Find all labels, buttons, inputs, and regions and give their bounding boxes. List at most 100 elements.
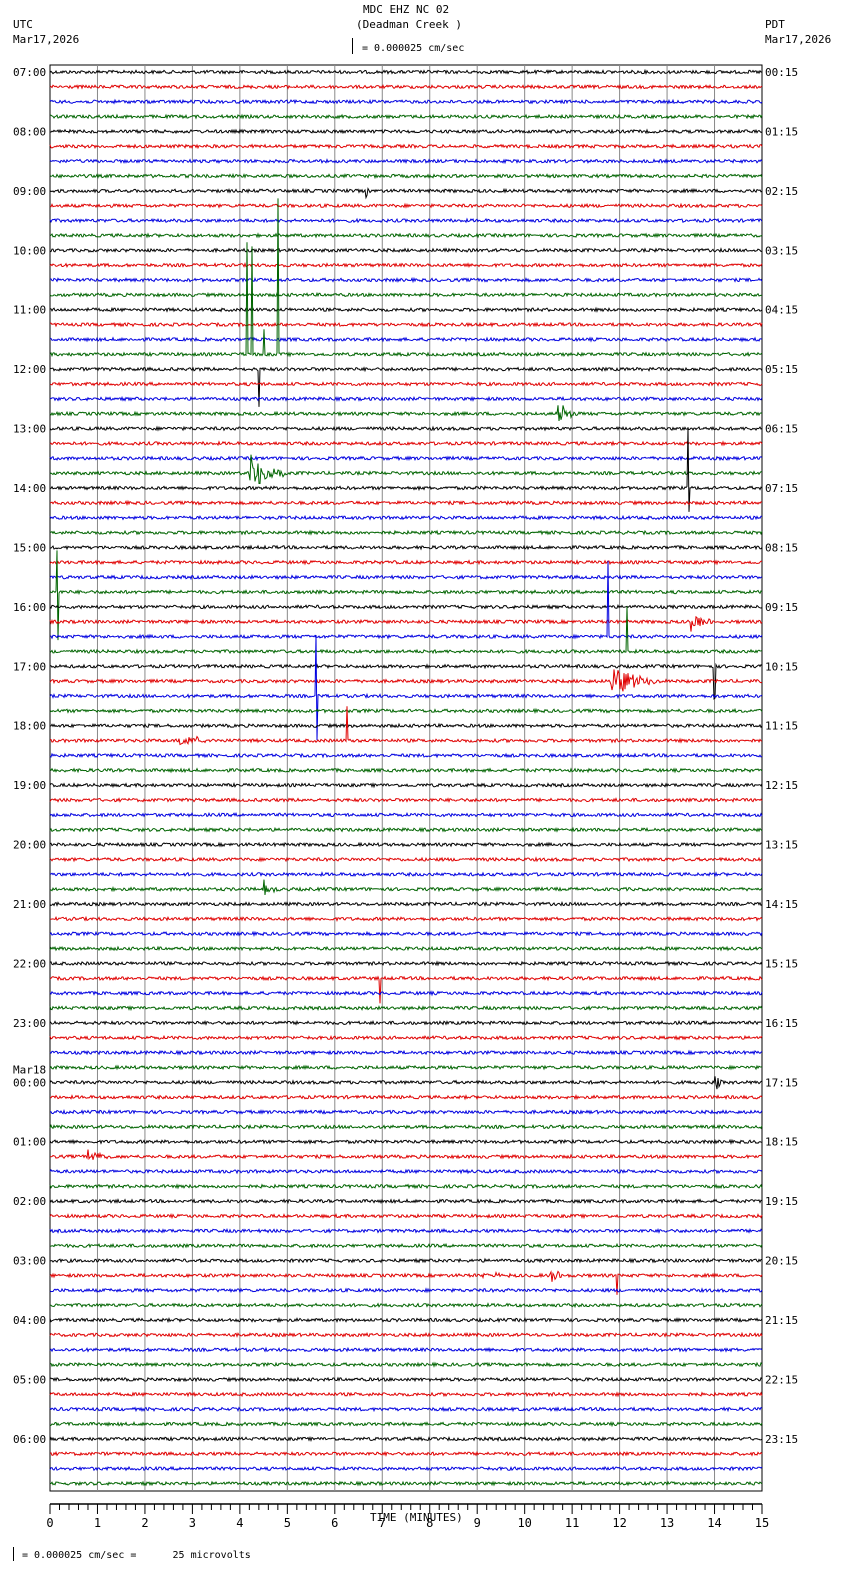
seismic-trace [49, 945, 763, 952]
x-tick-label: 0 [46, 1516, 53, 1530]
right-hour-label: 07:15 [765, 482, 798, 495]
seismic-trace [49, 669, 763, 692]
seismic-trace [49, 1421, 763, 1428]
seismic-trace [49, 366, 763, 407]
seismic-trace [49, 1227, 763, 1234]
seismic-trace [49, 615, 763, 632]
left-hour-label: 20:00 [13, 839, 46, 852]
x-tick-label: 13 [660, 1516, 674, 1530]
seismic-trace [49, 128, 763, 135]
left-hour-label: 10:00 [13, 244, 46, 257]
seismic-trace [49, 826, 763, 833]
left-hour-label: 21:00 [13, 898, 46, 911]
seismic-trace [49, 1480, 763, 1487]
seismic-trace [49, 1019, 763, 1026]
seismic-trace [49, 559, 763, 566]
footer-scale-text: = 0.000025 cm/sec = 25 microvolts [22, 1550, 251, 1561]
seismic-trace [49, 217, 763, 224]
seismic-trace [49, 871, 763, 878]
right-hour-label: 11:15 [765, 720, 798, 733]
right-hour-label: 19:15 [765, 1195, 798, 1208]
x-tick-label: 2 [141, 1516, 148, 1530]
right-hour-label: 18:15 [765, 1136, 798, 1149]
seismic-trace [49, 1034, 763, 1041]
seismic-trace [49, 990, 763, 997]
left-hour-label: 03:00 [13, 1255, 46, 1268]
seismic-trace [49, 98, 763, 105]
helicorder-page: MDC EHZ NC 02 (Deadman Creek ) UTC Mar17… [0, 0, 850, 1584]
seismic-trace [49, 455, 763, 462]
seismic-trace [49, 841, 763, 848]
seismic-trace [49, 1109, 763, 1116]
seismic-trace [49, 276, 763, 284]
left-hour-label: 04:00 [13, 1314, 46, 1327]
right-hour-label: 15:15 [765, 957, 798, 970]
seismic-trace [49, 544, 763, 551]
seismic-trace [49, 158, 763, 165]
x-tick-label: 15 [755, 1516, 769, 1530]
right-hour-label: 17:15 [765, 1076, 798, 1089]
seismic-trace [49, 1064, 763, 1071]
left-hour-label: 22:00 [13, 957, 46, 970]
footer-scale-bar-icon [13, 1547, 14, 1561]
left-hour-label: 13:00 [13, 423, 46, 436]
seismic-trace [49, 1391, 763, 1398]
seismic-trace [49, 574, 763, 581]
seismic-trace [49, 172, 763, 180]
left-hour-label: 09:00 [13, 185, 46, 198]
x-axis-label: TIME (MINUTES) [370, 1511, 463, 1524]
seismic-trace [49, 1435, 763, 1443]
seismic-trace [49, 113, 763, 120]
seismic-trace [49, 514, 762, 521]
x-tick-label: 14 [707, 1516, 721, 1530]
seismic-trace [49, 603, 763, 610]
seismic-trace [49, 381, 763, 387]
seismic-trace [49, 1138, 763, 1145]
seismic-trace [49, 1287, 763, 1294]
right-hour-label: 06:15 [765, 423, 798, 436]
right-hour-label: 02:15 [765, 185, 798, 198]
left-hour-label: 02:00 [13, 1195, 46, 1208]
x-tick-label: 1 [94, 1516, 101, 1530]
left-hour-label: 18:00 [13, 720, 46, 733]
left-hour-label: 16:00 [13, 601, 46, 614]
seismic-trace [49, 1376, 763, 1383]
right-hour-label: 12:15 [765, 779, 798, 792]
x-tick-label: 10 [517, 1516, 531, 1530]
seismic-trace [49, 83, 763, 90]
x-tick-label: 11 [565, 1516, 579, 1530]
right-hour-label: 16:15 [765, 1017, 798, 1030]
seismic-trace [49, 336, 763, 343]
seismic-trace [49, 1076, 763, 1090]
seismic-trace [50, 1093, 763, 1101]
x-tick-label: 5 [284, 1516, 291, 1530]
right-hour-label: 01:15 [765, 125, 798, 138]
seismic-trace [49, 1183, 763, 1190]
right-hour-label: 08:15 [765, 541, 798, 554]
seismic-trace [49, 1168, 763, 1175]
seismic-trace [49, 782, 763, 789]
seismic-trace [49, 1406, 763, 1413]
right-hour-label: 10:15 [765, 660, 798, 673]
right-hour-label: 13:15 [765, 839, 798, 852]
left-hour-label: 15:00 [13, 541, 46, 554]
seismogram-plot: 0 1 2 3 4 5 6 7 8 9 10 11 12 13 14 1507:0008:0009:0010:… [13, 64, 798, 1530]
left-hour-label: 00:00 [13, 1076, 46, 1089]
seismic-trace [49, 306, 763, 313]
x-tick-label: 12 [612, 1516, 626, 1530]
seismic-trace [49, 499, 763, 507]
left-hour-label: 07:00 [13, 66, 46, 79]
seismic-trace [49, 1346, 763, 1353]
seismic-trace [49, 1465, 763, 1472]
seismic-trace [49, 707, 763, 715]
seismic-trace [49, 395, 763, 402]
left-hour-label: 11:00 [13, 304, 46, 317]
right-hour-label: 20:15 [765, 1255, 798, 1268]
seismic-trace [49, 232, 763, 239]
right-hour-label: 05:15 [765, 363, 798, 376]
seismic-trace [49, 405, 763, 422]
seismic-trace [49, 1005, 763, 1012]
seismic-trace [49, 1302, 763, 1309]
seismic-trace [49, 975, 763, 1004]
left-hour-label: 14:00 [13, 482, 46, 495]
